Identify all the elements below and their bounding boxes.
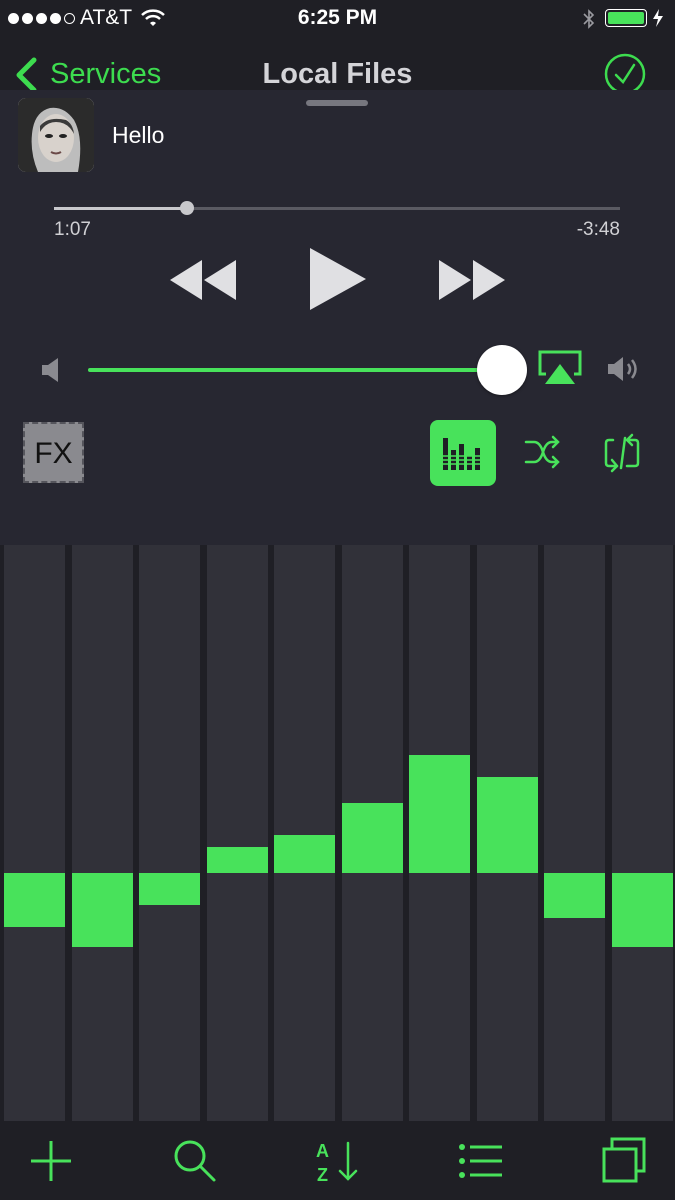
eq-band-level-bar — [274, 835, 335, 873]
eq-band-10[interactable] — [612, 545, 673, 1121]
eq-band-8[interactable] — [477, 545, 538, 1121]
eq-band-level-bar — [544, 873, 605, 918]
album-art[interactable] — [18, 98, 94, 172]
list-icon[interactable] — [452, 1135, 508, 1187]
search-icon[interactable] — [166, 1135, 222, 1187]
track-title: Hello — [112, 122, 165, 148]
windows-icon[interactable] — [596, 1135, 652, 1187]
equalizer-icon — [442, 438, 482, 470]
bluetooth-icon — [583, 9, 595, 29]
eq-band-level-bar — [409, 755, 470, 873]
eq-band-level-bar — [342, 803, 403, 873]
clock: 6:25 PM — [297, 6, 378, 29]
eq-band-level-bar — [207, 847, 268, 873]
fx-button[interactable]: FX — [23, 422, 84, 483]
eq-band-level-bar — [612, 873, 673, 947]
panel-grabber-handle[interactable] — [306, 100, 368, 106]
eq-band-9[interactable] — [544, 545, 605, 1121]
eq-band-1[interactable] — [4, 545, 65, 1121]
volume-slider-handle[interactable] — [477, 345, 527, 395]
eq-band-level-bar — [4, 873, 65, 927]
eq-band-level-bar — [72, 873, 133, 947]
eq-band-4[interactable] — [207, 545, 268, 1121]
svg-text:A: A — [316, 1141, 329, 1161]
now-playing-panel — [0, 90, 675, 545]
bottom-toolbar: A Z — [0, 1121, 675, 1200]
navigation-bar: Services Local Files — [0, 40, 675, 95]
eq-band-7[interactable] — [409, 545, 470, 1121]
fast-forward-button[interactable] — [437, 258, 507, 302]
volume-low-icon — [42, 358, 58, 382]
status-bar: AT&T 6:25 PM — [0, 0, 675, 40]
rewind-button[interactable] — [168, 258, 238, 302]
elapsed-time: 1:07 — [54, 219, 91, 240]
equalizer-bands — [0, 545, 675, 1121]
volume-high-icon — [608, 357, 637, 381]
add-icon[interactable] — [23, 1135, 79, 1187]
volume-slider-track[interactable] — [88, 368, 506, 372]
play-button[interactable] — [308, 246, 368, 312]
repeat-icon[interactable] — [601, 432, 643, 474]
battery-icon — [605, 9, 647, 27]
eq-band-6[interactable] — [342, 545, 403, 1121]
eq-band-2[interactable] — [72, 545, 133, 1121]
eq-band-5[interactable] — [274, 545, 335, 1121]
airplay-icon[interactable] — [538, 350, 582, 386]
eq-band-level-bar — [477, 777, 538, 873]
eq-band-level-bar — [139, 873, 200, 905]
eq-band-3[interactable] — [139, 545, 200, 1121]
page-title: Local Files — [262, 58, 413, 90]
sort-az-icon[interactable]: A Z — [310, 1135, 366, 1187]
progress-fill — [54, 207, 187, 210]
shuffle-icon[interactable] — [522, 432, 562, 472]
remaining-time: -3:48 — [576, 219, 620, 240]
progress-scrubber-handle[interactable] — [180, 201, 194, 215]
svg-text:Z: Z — [317, 1165, 328, 1185]
charging-bolt-icon — [653, 9, 663, 27]
equalizer-toggle-button[interactable] — [430, 420, 496, 486]
